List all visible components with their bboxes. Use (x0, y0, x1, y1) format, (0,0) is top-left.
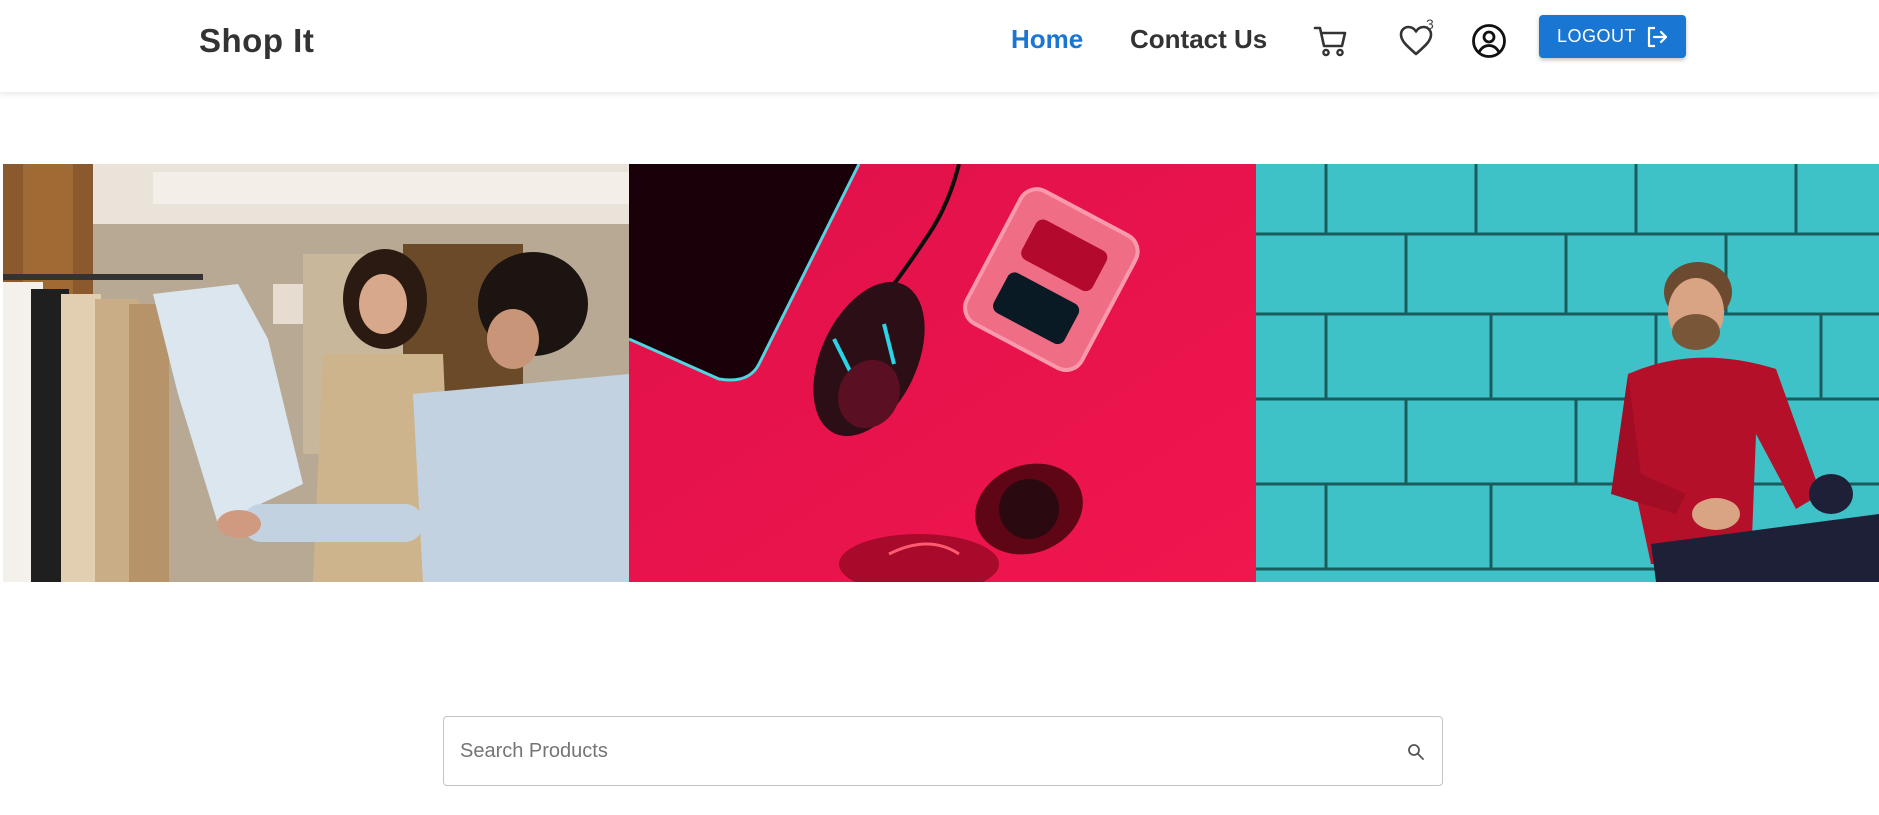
search-field[interactable] (443, 716, 1443, 786)
banner-image-man-teal-wall (1256, 164, 1879, 582)
nav-link-contact-us[interactable]: Contact Us (1130, 24, 1267, 55)
nav-link-home[interactable]: Home (1011, 24, 1083, 55)
logout-icon (1647, 26, 1668, 47)
cart-icon (1313, 26, 1347, 57)
search-icon[interactable] (1407, 743, 1425, 761)
hero-banner (3, 164, 1879, 582)
account-button[interactable] (1468, 20, 1510, 62)
wishlist-count-badge: 3 (1426, 16, 1434, 32)
cart-button[interactable] (1310, 20, 1352, 62)
account-circle-icon (1472, 24, 1506, 58)
banner-image-gaming-accessories (629, 164, 1256, 582)
logout-label: LOGOUT (1556, 26, 1636, 46)
search-input[interactable] (460, 717, 1380, 785)
logout-button[interactable]: LOGOUT (1539, 15, 1686, 58)
brand-logo[interactable]: Shop It (199, 22, 314, 60)
banner-image-clothing-store (3, 164, 629, 582)
top-app-bar: Shop It Home Contact Us 3 LOGOUT (0, 0, 1879, 92)
